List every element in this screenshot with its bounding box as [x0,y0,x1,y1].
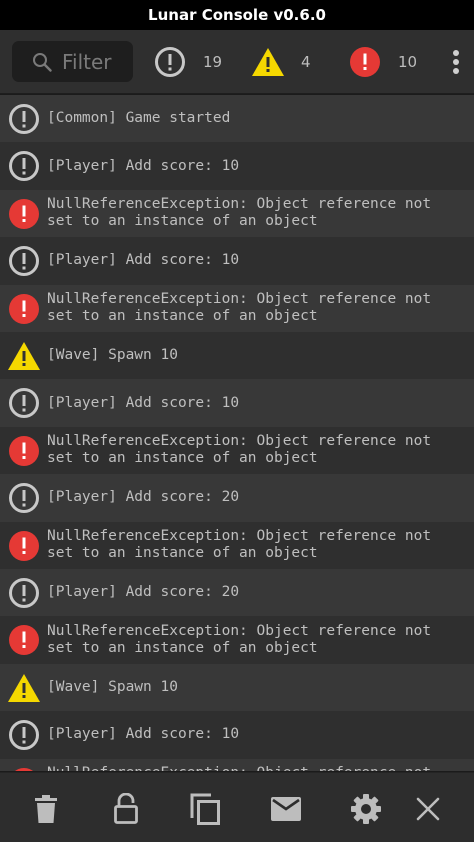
log-message-line: set to an instance of an object [47,213,318,230]
log-message-line: NullReferenceException: Object reference… [47,291,432,308]
toolbar: Filter 19 4 10 [0,30,474,94]
log-row[interactable]: [Player] Add score: 10 [0,379,474,427]
log-message-line: [Player] Add score: 10 [47,157,240,174]
log-message-line: [Player] Add score: 10 [47,726,240,743]
log-message-line: NullReferenceException: Object reference… [47,528,432,545]
log-message-line: [Player] Add score: 10 [47,252,240,269]
log-row[interactable]: NullReferenceException: Object reference… [0,521,474,569]
close-icon [416,797,440,821]
info-icon [9,151,39,182]
error-filter-toggle[interactable]: 10 [349,44,417,80]
filter-placeholder: Filter [62,49,112,74]
info-icon [9,246,39,277]
log-row[interactable]: [Wave] Spawn 10 [0,663,474,712]
log-message-line: NullReferenceException: Object reference… [47,196,432,213]
log-row[interactable]: NullReferenceException: Object reference… [0,189,474,238]
log-row[interactable]: [Player] Add score: 20 [0,474,474,522]
log-filter-toggle[interactable]: 19 [154,44,222,80]
log-row[interactable]: [Wave] Spawn 10 [0,332,474,380]
log-message-line: [Player] Add score: 20 [47,584,240,601]
log-row[interactable]: NullReferenceException: Object reference… [0,284,474,332]
info-icon [155,47,185,77]
window-title: Lunar Console v0.6.0 [148,6,326,24]
log-message-line: set to an instance of an object [47,640,318,657]
info-icon [9,388,39,419]
filter-field[interactable]: Filter [12,41,133,82]
info-icon [9,720,39,751]
warning-filter-toggle[interactable]: 4 [251,44,311,80]
settings-icon [351,794,381,824]
unlock-icon [114,793,138,824]
log-count: 19 [203,53,223,71]
warning-icon [8,342,40,370]
email-icon [271,797,301,821]
search-icon [33,52,52,72]
clear-button[interactable] [26,789,66,829]
log-row[interactable]: [Player] Add score: 10 [0,237,474,285]
log-row[interactable]: [Player] Add score: 20 [0,569,474,617]
log-message-line: NullReferenceException: Object reference… [47,433,432,450]
close-button[interactable] [408,789,448,829]
info-icon [9,483,39,514]
log-message-line: NullReferenceException: Object reference… [47,623,432,640]
error-count: 10 [398,53,418,71]
more-menu-button[interactable] [448,46,464,78]
window-title-bar: Lunar Console v0.6.0 [0,0,474,30]
copy-button[interactable] [185,789,225,829]
info-icon [9,104,39,134]
bottom-bar [0,772,474,842]
log-message-line: [Wave] Spawn 10 [47,347,178,364]
error-icon [9,198,39,229]
warning-count: 4 [301,53,311,71]
log-message-line: set to an instance of an object [47,308,318,325]
scroll-lock-button[interactable] [106,789,146,829]
log-row[interactable]: NullReferenceException: Object reference… [0,758,474,771]
email-button[interactable] [266,789,306,829]
error-icon [14,767,34,771]
error-icon [350,47,380,77]
trash-icon [35,795,57,823]
settings-button[interactable] [346,789,386,829]
log-list[interactable]: [Common] Game started [Player] Add score:… [0,95,474,771]
log-row[interactable]: [Player] Add score: 10 [0,711,474,759]
warning-icon [252,48,284,76]
log-message-line: [Wave] Spawn 10 [47,678,178,695]
log-message-line: [Common] Game started [47,110,231,127]
info-icon [9,578,39,608]
log-message-line: set to an instance of an object [47,450,318,467]
log-row[interactable]: NullReferenceException: Object reference… [0,426,474,475]
error-icon [9,293,39,324]
log-message-line: [Player] Add score: 20 [47,489,240,506]
log-message-line: [Player] Add score: 10 [47,394,240,411]
log-message-line: set to an instance of an object [47,545,318,562]
log-row[interactable]: [Player] Add score: 10 [0,142,474,190]
error-icon [9,435,39,466]
log-message-line: NullReferenceException: Object reference… [47,765,467,771]
error-icon [9,625,39,656]
error-icon [9,530,39,561]
warning-icon [8,673,40,702]
log-row[interactable]: NullReferenceException: Object reference… [0,616,474,664]
copy-icon [190,793,220,825]
log-row[interactable]: [Common] Game started [0,95,474,143]
